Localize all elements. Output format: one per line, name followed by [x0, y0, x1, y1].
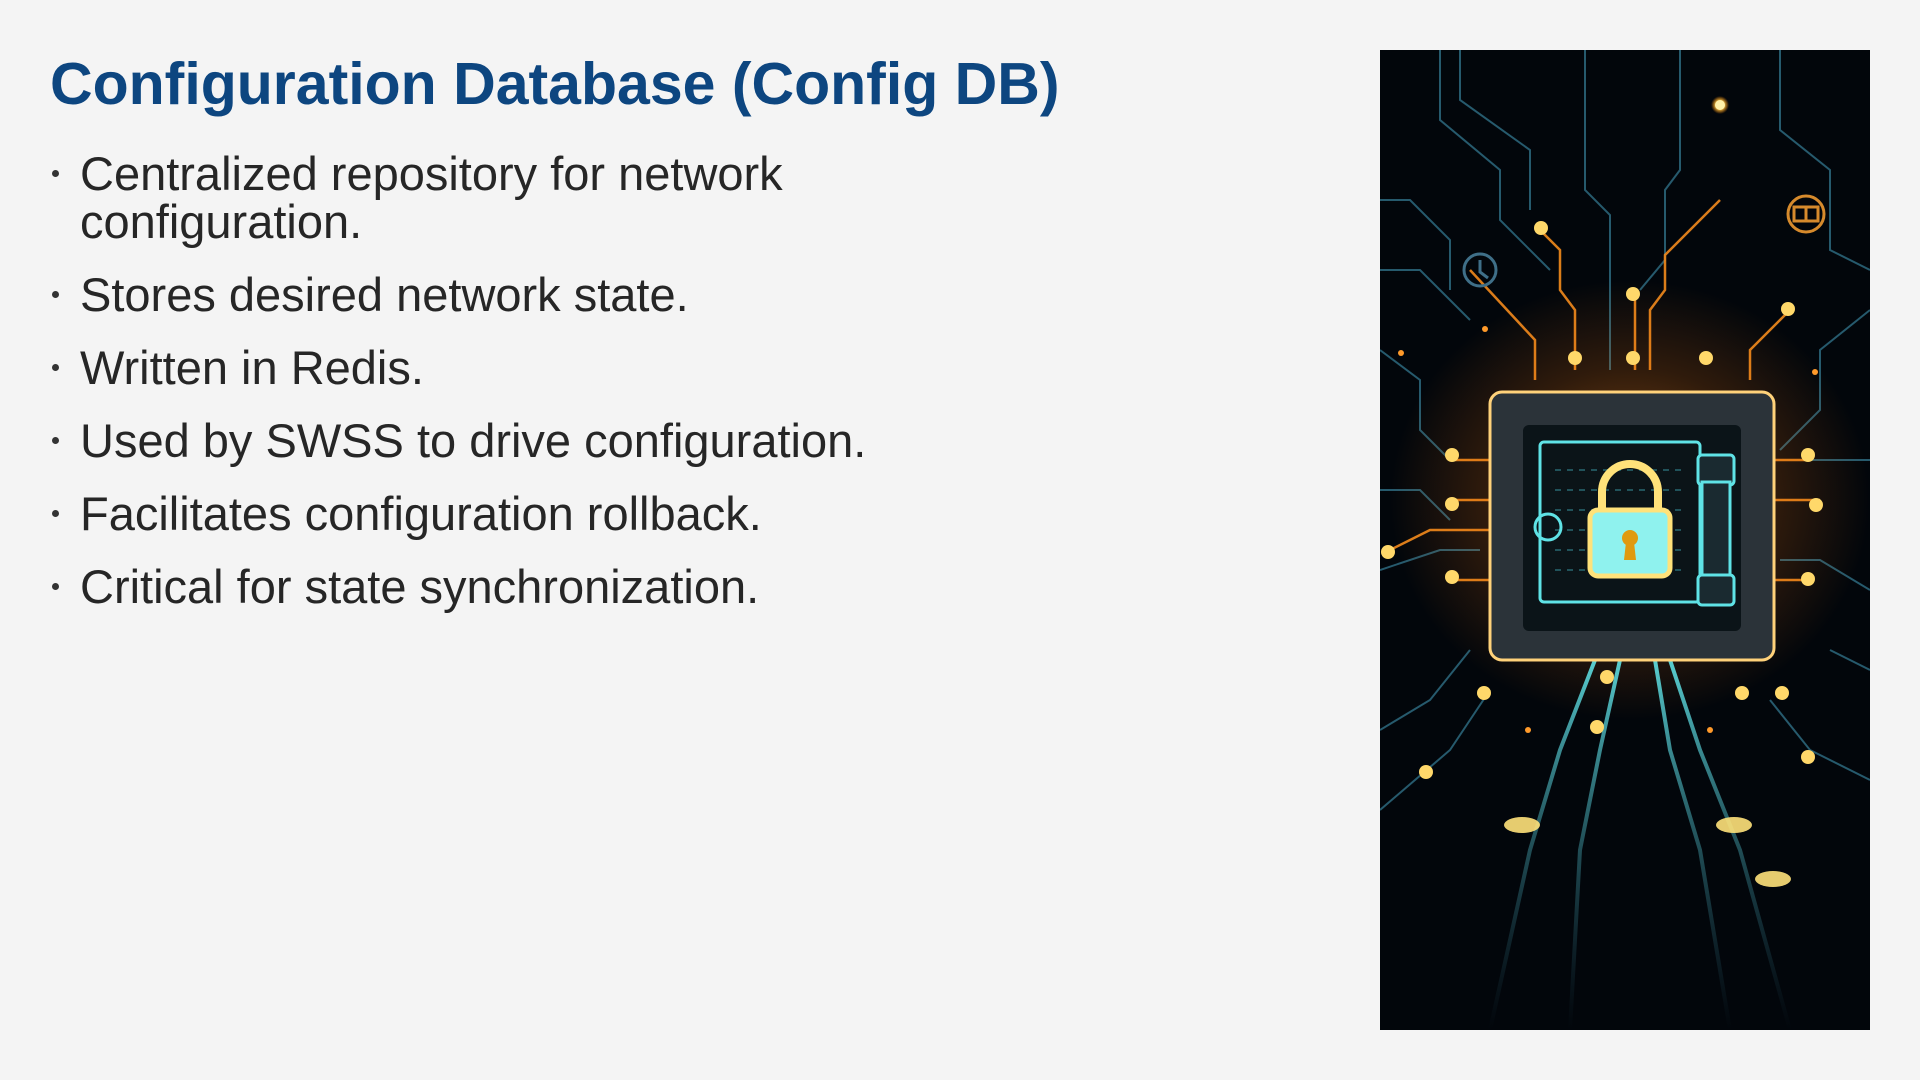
bullet-text: Used by SWSS to drive configuration.	[80, 414, 867, 467]
bullet-dot	[52, 510, 59, 517]
bullet-item: Centralized repository for network confi…	[50, 150, 880, 246]
bullet-dot	[52, 364, 59, 371]
bullet-item: Written in Redis.	[50, 344, 880, 392]
bullet-text: Centralized repository for network confi…	[80, 147, 783, 248]
bullet-item: Used by SWSS to drive configuration.	[50, 417, 880, 465]
bullet-text: Facilitates configuration rollback.	[80, 487, 762, 540]
bullet-dot	[52, 583, 59, 590]
bullet-item: Critical for state synchronization.	[50, 563, 880, 611]
bullet-text: Critical for state synchronization.	[80, 560, 760, 613]
bullet-dot	[52, 437, 59, 444]
bullet-list: Centralized repository for network confi…	[50, 150, 880, 636]
bullet-dot	[52, 170, 59, 177]
bullet-text: Written in Redis.	[80, 341, 424, 394]
bullet-item: Stores desired network state.	[50, 271, 880, 319]
bullet-dot	[52, 291, 59, 298]
bullet-item: Facilitates configuration rollback.	[50, 490, 880, 538]
slide-title: Configuration Database (Config DB)	[50, 51, 1060, 117]
vault-circuit-illustration	[1380, 50, 1870, 1030]
bullet-text: Stores desired network state.	[80, 268, 689, 321]
